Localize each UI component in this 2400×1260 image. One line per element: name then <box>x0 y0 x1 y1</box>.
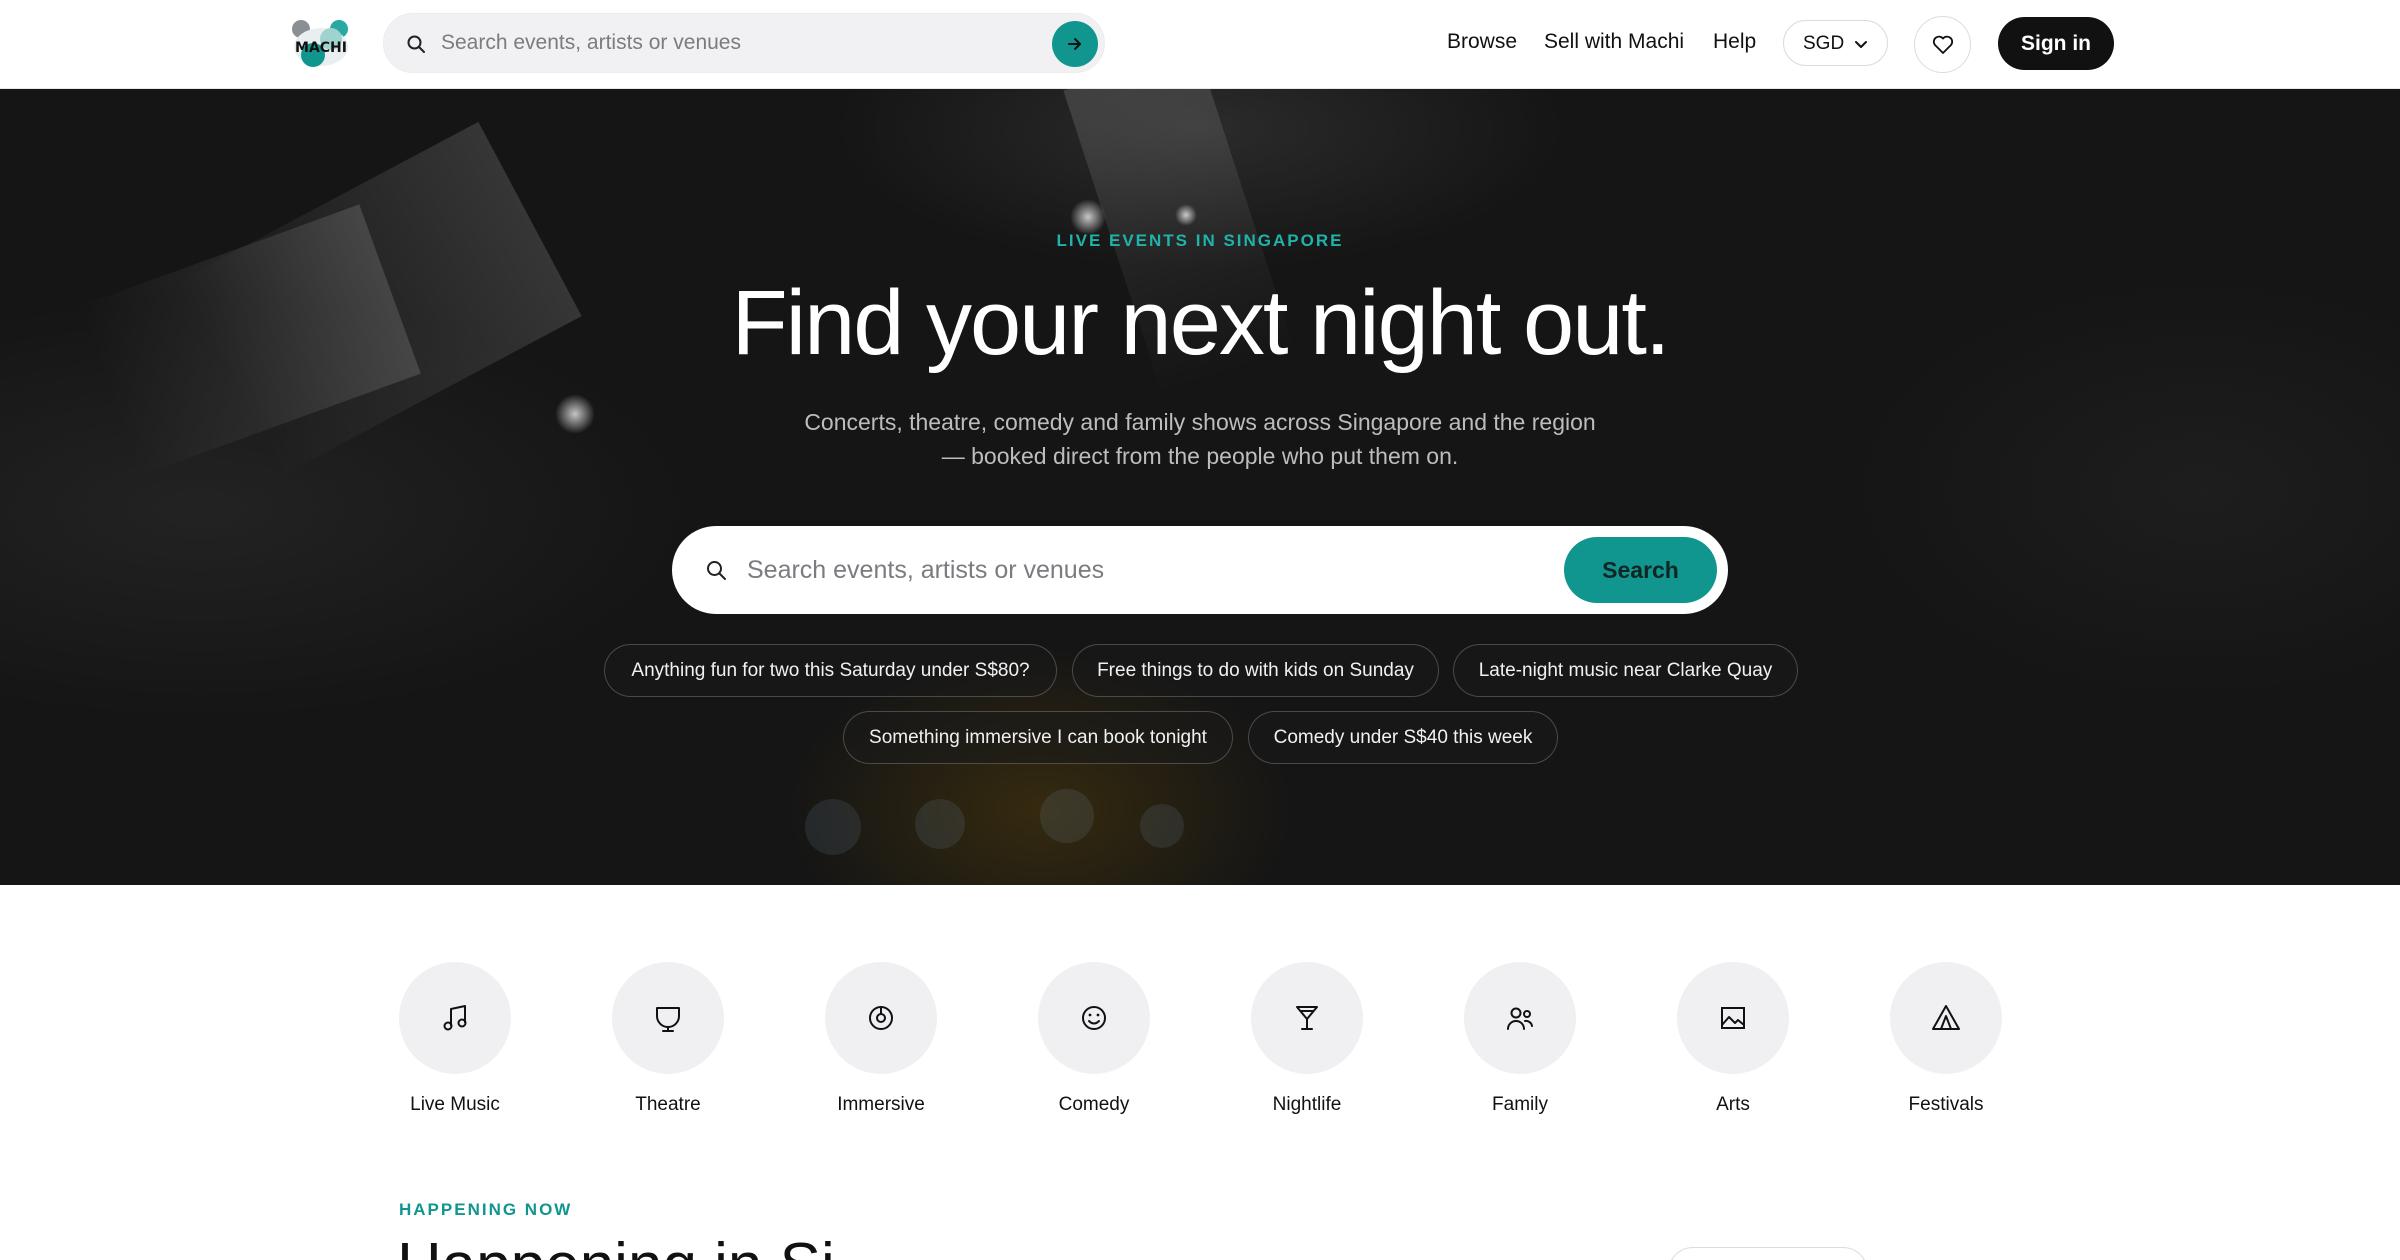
theatre-mask-icon <box>656 1007 680 1032</box>
heart-icon <box>1932 35 1954 54</box>
hero-banner: LIVE EVENTS IN SINGAPORE Find your next … <box>0 89 2400 885</box>
section-eyebrow: HAPPENING NOW <box>399 1200 573 1219</box>
immersive-icon <box>869 1006 893 1030</box>
category-label: Nightlife <box>1272 1094 1342 1115</box>
category-icon-circle <box>1677 962 1789 1074</box>
stage-spotlight <box>1175 204 1197 226</box>
cocktail-icon <box>1296 1006 1318 1030</box>
category-live-music[interactable]: Live Music <box>380 962 530 1122</box>
suggestion-chip[interactable]: Comedy under S$40 this week <box>1248 711 1558 764</box>
hero-search-placeholder: Search events, artists or venues <box>747 556 1105 584</box>
bokeh-light <box>1140 804 1184 848</box>
category-family[interactable]: Family <box>1445 962 1595 1122</box>
suggestion-chip[interactable]: Free things to do with kids on Sunday <box>1072 644 1439 697</box>
nav-browse-link[interactable]: Browse <box>1447 30 1517 54</box>
category-icon-circle <box>399 962 511 1074</box>
suggestion-chip[interactable]: Late-night music near Clarke Quay <box>1453 644 1798 697</box>
header-search-placeholder: Search events, artists or venues <box>441 31 741 54</box>
bokeh-light <box>1040 789 1094 843</box>
tent-icon <box>1932 1005 1960 1030</box>
suggestion-chip[interactable]: Something immersive I can book tonight <box>843 711 1233 764</box>
image-icon <box>1721 1007 1745 1029</box>
search-icon <box>707 561 726 580</box>
category-label: Family <box>1492 1094 1548 1115</box>
category-label: Immersive <box>837 1094 925 1115</box>
category-theatre[interactable]: Theatre <box>593 962 743 1122</box>
stage-spotlight <box>555 394 595 434</box>
header-search-submit-button[interactable] <box>1052 21 1098 67</box>
category-icon-circle <box>1890 962 2002 1074</box>
chevron-down-icon <box>1855 41 1867 48</box>
arrow-right-icon <box>1068 38 1081 50</box>
bokeh-light <box>915 799 965 849</box>
search-icon <box>407 35 425 53</box>
hero-search-input[interactable]: Search events, artists or venues Search <box>672 526 1728 614</box>
section-action-button[interactable] <box>1668 1247 1868 1260</box>
stage-spotlight <box>1070 199 1106 235</box>
category-icon-circle <box>1038 962 1150 1074</box>
currency-select[interactable]: SGD <box>1783 20 1888 66</box>
category-arts[interactable]: Arts <box>1658 962 1808 1122</box>
category-nightlife[interactable]: Nightlife <box>1232 962 1382 1122</box>
currency-value: SGD <box>1803 33 1845 54</box>
nav-sell-link[interactable]: Sell with Machi <box>1544 30 1684 54</box>
suggestion-chip[interactable]: Anything fun for two this Saturday under… <box>604 644 1057 697</box>
sign-in-button[interactable]: Sign in <box>1998 17 2114 70</box>
hero-eyebrow: LIVE EVENTS IN SINGAPORE <box>1056 231 1344 250</box>
svg-text:MACHI: MACHI <box>295 40 347 56</box>
category-icon-circle <box>612 962 724 1074</box>
category-label: Theatre <box>635 1094 701 1115</box>
family-icon <box>1507 1007 1533 1030</box>
nav-help-link[interactable]: Help <box>1713 30 1756 54</box>
top-header: MACHI Search events, artists or venues B… <box>0 0 2400 89</box>
category-label: Comedy <box>1058 1094 1130 1115</box>
hero-title: Find your next night out. <box>731 272 1670 374</box>
machi-logo[interactable]: MACHI <box>287 17 355 69</box>
category-immersive[interactable]: Immersive <box>806 962 956 1122</box>
smiley-icon <box>1082 1006 1106 1030</box>
category-icon-circle <box>825 962 937 1074</box>
category-icon-circle <box>1251 962 1363 1074</box>
header-search-input[interactable]: Search events, artists or venues <box>383 13 1105 73</box>
category-icon-circle <box>1464 962 1576 1074</box>
category-label: Live Music <box>410 1094 500 1115</box>
category-festivals[interactable]: Festivals <box>1871 962 2021 1122</box>
category-label: Arts <box>1716 1094 1750 1115</box>
hero-search-button[interactable]: Search <box>1564 537 1717 603</box>
category-comedy[interactable]: Comedy <box>1019 962 1169 1122</box>
hero-subtitle: Concerts, theatre, comedy and family sho… <box>804 409 1596 469</box>
bokeh-light <box>805 799 861 855</box>
category-label: Festivals <box>1908 1094 1984 1115</box>
section-title: Happening in Si <box>397 1230 835 1260</box>
music-note-icon <box>443 1005 467 1031</box>
favorites-button[interactable] <box>1914 16 1971 73</box>
